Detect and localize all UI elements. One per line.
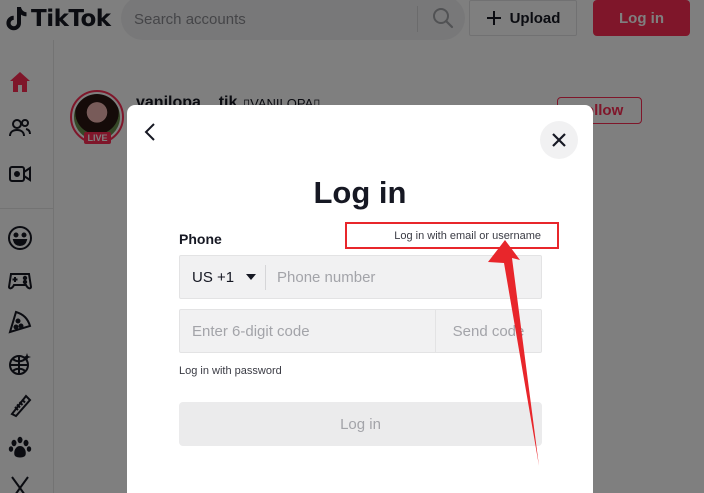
verification-code-input[interactable]: [192, 321, 422, 341]
phone-field: US +1: [179, 255, 542, 299]
send-code-button[interactable]: Send code: [436, 310, 541, 352]
phone-number-input[interactable]: [277, 267, 527, 287]
back-button[interactable]: [140, 120, 160, 144]
country-divider: [265, 265, 266, 290]
phone-label: Phone: [179, 231, 222, 247]
password-login-link[interactable]: Log in with password: [179, 365, 282, 377]
code-field: Send code: [179, 309, 542, 353]
login-modal: Log in Phone Log in with email or userna…: [127, 105, 593, 493]
country-code-select[interactable]: US +1: [180, 256, 266, 298]
close-button[interactable]: [540, 121, 578, 159]
email-login-link[interactable]: Log in with email or username: [345, 222, 559, 249]
close-icon: [552, 133, 566, 147]
modal-title: Log in: [313, 175, 407, 210]
login-submit-button[interactable]: Log in: [179, 402, 542, 446]
chevron-left-icon: [144, 123, 155, 141]
country-code-value: US +1: [192, 268, 235, 286]
caret-down-icon: [246, 274, 257, 280]
email-login-link-text: Log in with email or username: [394, 229, 541, 242]
